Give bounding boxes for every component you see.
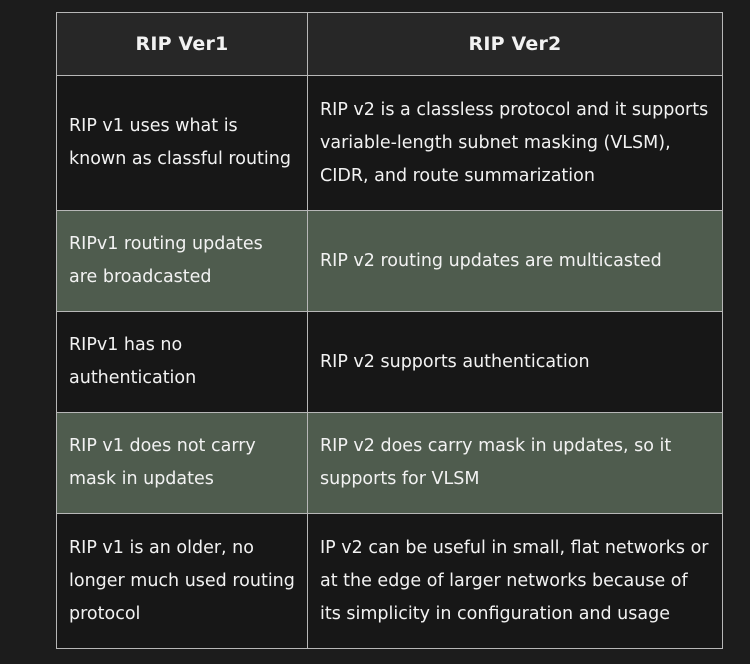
- cell-ver1: RIP v1 does not carry mask in updates: [56, 412, 308, 514]
- cell-ver2: RIP v2 is a classless protocol and it su…: [307, 75, 723, 211]
- cell-ver2: RIP v2 does carry mask in updates, so it…: [307, 412, 723, 514]
- table-row: RIP v1 uses what is known as classful ro…: [56, 75, 723, 211]
- table-row: RIPv1 has no authentication RIP v2 suppo…: [56, 311, 723, 413]
- cell-ver2: RIP v2 supports authentication: [307, 311, 723, 413]
- cell-ver1: RIPv1 routing updates are broadcasted: [56, 210, 308, 312]
- table-header-row: RIP Ver1 RIP Ver2: [56, 12, 723, 76]
- cell-ver1: RIP v1 uses what is known as classful ro…: [56, 75, 308, 211]
- cell-ver2: IP v2 can be useful in small, flat netwo…: [307, 513, 723, 649]
- header-rip-ver1: RIP Ver1: [56, 12, 308, 76]
- table-row: RIP v1 does not carry mask in updates RI…: [56, 412, 723, 514]
- cell-ver1: RIPv1 has no authentication: [56, 311, 308, 413]
- header-rip-ver2: RIP Ver2: [307, 12, 723, 76]
- table-row: RIP v1 is an older, no longer much used …: [56, 513, 723, 649]
- cell-ver2: RIP v2 routing updates are multicasted: [307, 210, 723, 312]
- table-row: RIPv1 routing updates are broadcasted RI…: [56, 210, 723, 312]
- cell-ver1: RIP v1 is an older, no longer much used …: [56, 513, 308, 649]
- comparison-table-container: RIP Ver1 RIP Ver2 RIP v1 uses what is kn…: [56, 12, 723, 649]
- rip-comparison-table: RIP Ver1 RIP Ver2 RIP v1 uses what is kn…: [56, 12, 723, 649]
